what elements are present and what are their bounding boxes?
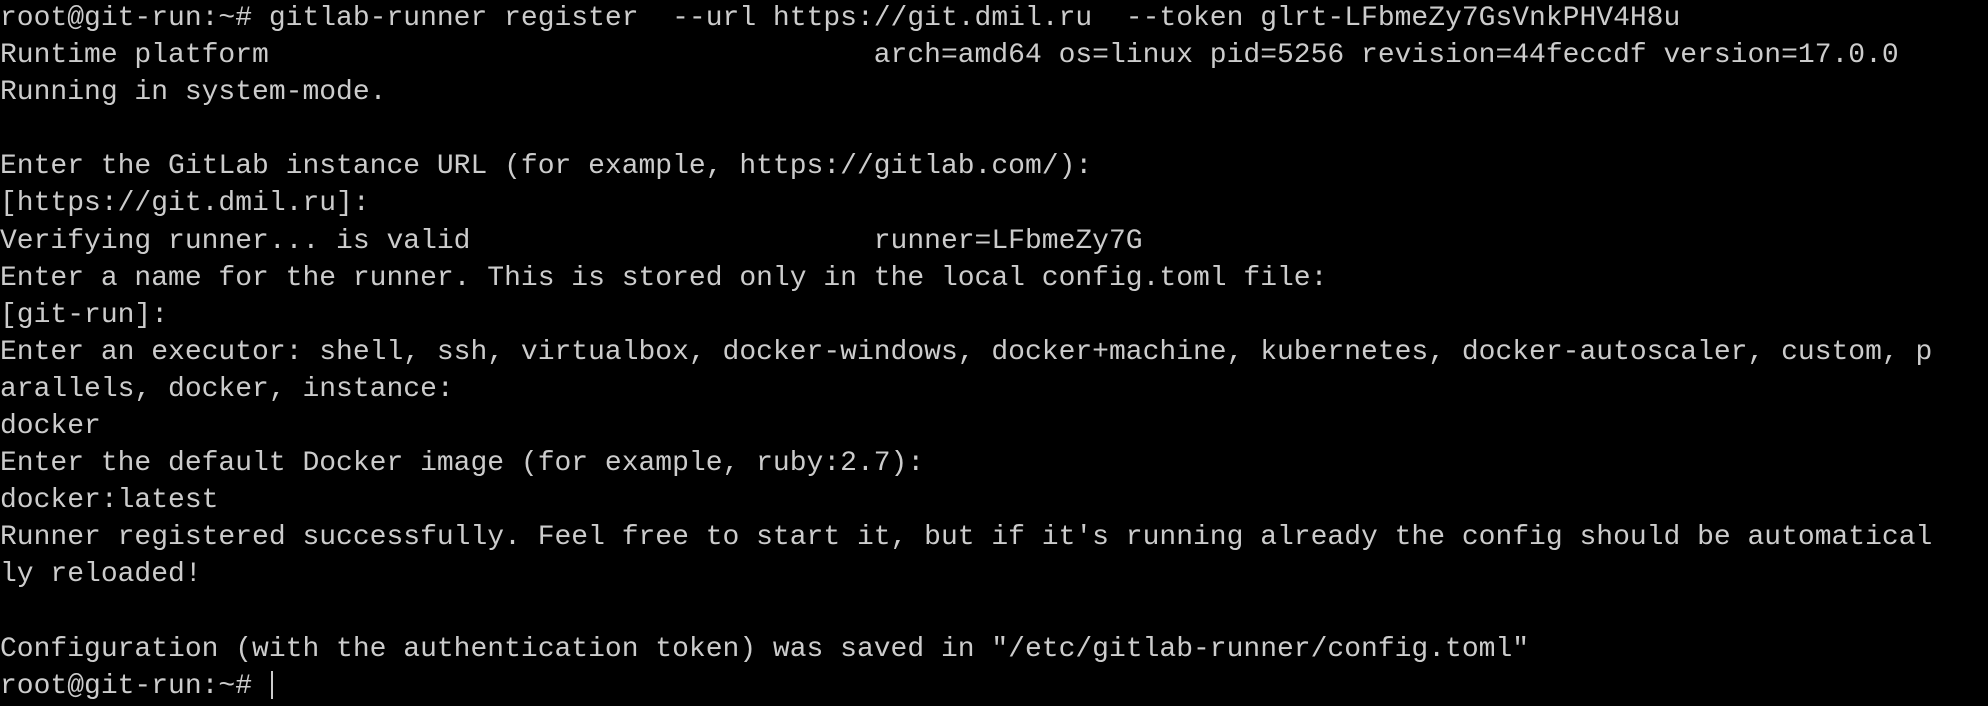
terminal-output-line: Configuration (with the authentication t… bbox=[0, 633, 1530, 665]
terminal-output-line: Enter an executor: shell, ssh, virtualbo… bbox=[0, 336, 1933, 368]
terminal-output-line: docker:latest bbox=[0, 485, 219, 517]
terminal-output-line: Enter the GitLab instance URL (for examp… bbox=[0, 151, 1093, 183]
terminal-output-line: [https://git.dmil.ru]: bbox=[0, 188, 370, 220]
terminal-output-line: Runner registered successfully. Feel fre… bbox=[0, 522, 1933, 554]
text-cursor bbox=[270, 671, 273, 700]
terminal-output-line: [git-run]: bbox=[0, 299, 169, 331]
terminal-output-line: Runtime platform arch=amd64 os=linux pid… bbox=[0, 40, 1899, 72]
terminal-output-line: Verifying runner... is valid runner=LFbm… bbox=[0, 225, 1143, 257]
terminal-command-line: root@git-run:~# gitlab-runner register -… bbox=[0, 3, 1681, 34]
terminal-prompt: root@git-run:~# bbox=[0, 670, 269, 702]
terminal-output-line: Enter the default Docker image (for exam… bbox=[0, 448, 925, 480]
terminal-output-line: docker bbox=[0, 411, 101, 443]
terminal-prompt-line[interactable]: root@git-run:~# bbox=[0, 668, 1988, 705]
terminal-output-line: ly reloaded! bbox=[0, 559, 202, 591]
terminal-output-line: Enter a name for the runner. This is sto… bbox=[0, 262, 1328, 294]
terminal-output-line: arallels, docker, instance: bbox=[0, 373, 454, 405]
terminal-window[interactable]: root@git-run:~# gitlab-runner register -… bbox=[0, 0, 1988, 706]
terminal-output-line: Running in system-mode. bbox=[0, 77, 387, 109]
